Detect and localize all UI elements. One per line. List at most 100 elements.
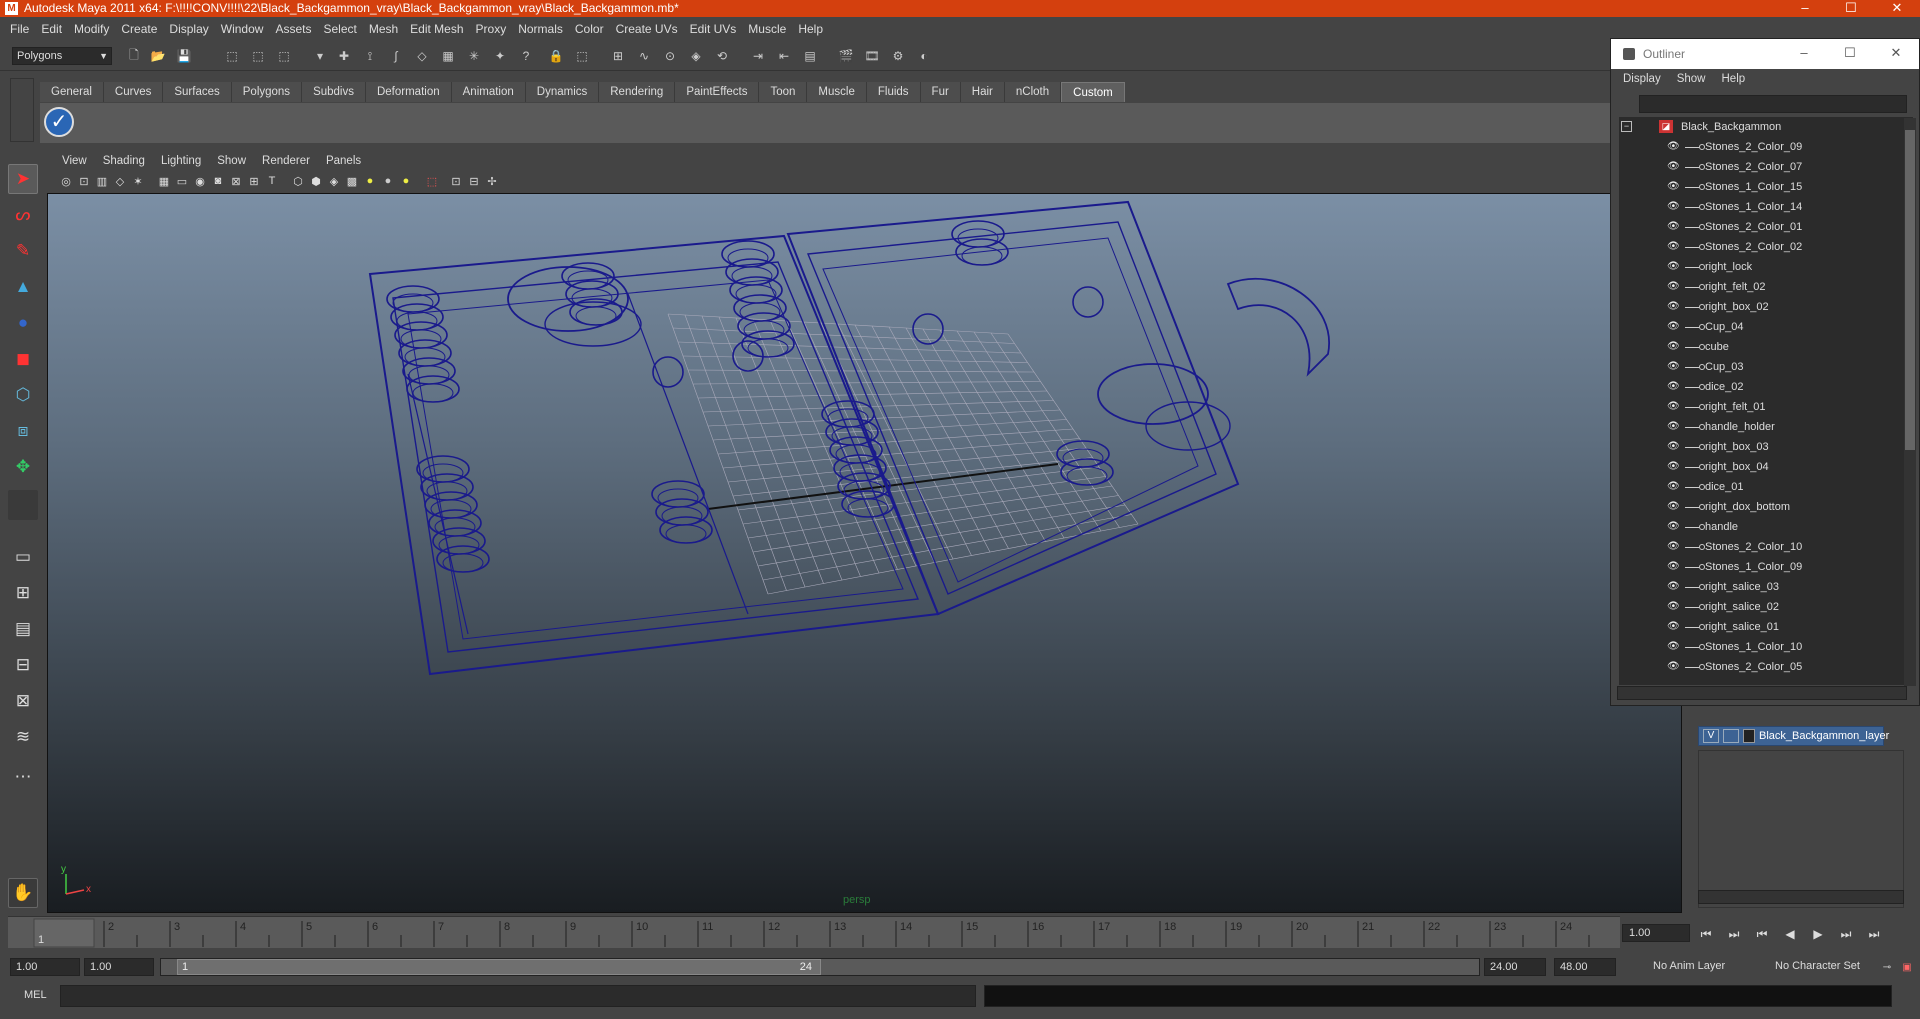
outliner-item[interactable]: 👁 Cup_03 [1619, 357, 1903, 377]
menu-set-dropdown[interactable]: Polygons ▼ [12, 47, 112, 65]
outliner-item[interactable]: 👁 Cup_04 [1619, 317, 1903, 337]
range-slider-handle[interactable]: 1 24 [177, 959, 821, 975]
outliner-horizontal-scrollbar[interactable] [1617, 686, 1907, 700]
outliner-item[interactable]: 👁 handle_holder [1619, 417, 1903, 437]
camera-attributes-icon[interactable]: ⊡ [76, 173, 92, 189]
outliner-menu-display[interactable]: Display [1623, 73, 1677, 85]
tab-curves[interactable]: Curves [103, 82, 164, 102]
scale-tool-icon[interactable]: ◼ [8, 344, 38, 374]
outliner-item[interactable]: 👁 Stones_2_Color_10 [1619, 537, 1903, 557]
go-to-end-button[interactable]: ⏭ [1860, 927, 1888, 942]
outliner-item[interactable]: 👁 Stones_1_Color_10 [1619, 637, 1903, 657]
tab-animation[interactable]: Animation [451, 82, 526, 102]
smooth-shade-icon[interactable]: ⬢ [308, 173, 324, 189]
tab-dynamics[interactable]: Dynamics [525, 82, 600, 102]
outliner-layout-icon[interactable]: ▤ [8, 614, 38, 644]
menu-edit-mesh[interactable]: Edit Mesh [406, 22, 471, 36]
outliner-item[interactable]: 👁 Stones_2_Color_09 [1619, 137, 1903, 157]
tab-hair[interactable]: Hair [960, 82, 1005, 102]
menu-assets[interactable]: Assets [271, 22, 319, 36]
select-component-icon[interactable]: ⬚ [274, 46, 294, 66]
lasso-tool-icon[interactable]: ᔕ [8, 200, 38, 230]
select-tool-icon[interactable]: ➤ [8, 164, 38, 194]
menu-create[interactable]: Create [117, 22, 165, 36]
history-output-icon[interactable]: ⇤ [774, 46, 794, 66]
wireframe-on-shaded-icon[interactable]: ◈ [326, 173, 342, 189]
outliner-menu-show[interactable]: Show [1677, 73, 1722, 85]
tab-fur[interactable]: Fur [920, 82, 961, 102]
select-object-icon[interactable]: ⬚ [248, 46, 268, 66]
vp-menu-panels[interactable]: Panels [318, 155, 369, 167]
snap-point-icon[interactable]: ⊙ [660, 46, 680, 66]
new-scene-icon[interactable]: 🗋 [124, 46, 144, 66]
xray-icon[interactable]: ⊡ [448, 173, 464, 189]
xray-joints-icon[interactable]: ⊟ [466, 173, 482, 189]
outliner-item[interactable]: 👁 cube [1619, 337, 1903, 357]
construction-history-icon[interactable]: ▤ [800, 46, 820, 66]
step-forward-key-button[interactable]: ⏭ [1832, 927, 1860, 942]
tab-general[interactable]: General [40, 82, 104, 102]
select-rendering-icon[interactable]: ✦ [490, 46, 510, 66]
bookmarks-icon[interactable]: ▥ [94, 173, 110, 189]
textured-icon[interactable]: ▩ [344, 173, 360, 189]
field-chart-icon[interactable]: ⊠ [228, 173, 244, 189]
character-set-dropdown[interactable]: No Character Set [1770, 958, 1882, 976]
outliner-item[interactable]: 👁 right_box_04 [1619, 457, 1903, 477]
graph-layout-icon[interactable]: ⊟ [8, 650, 38, 680]
play-forwards-button[interactable]: ▶ [1804, 927, 1832, 941]
collapse-icon[interactable]: − [1621, 121, 1632, 132]
maximize-button[interactable]: ☐ [1828, 0, 1874, 17]
menu-help[interactable]: Help [794, 22, 831, 36]
shelf-handle[interactable] [10, 78, 34, 142]
outliner-vertical-scrollbar[interactable] [1904, 118, 1916, 686]
move-tool-icon[interactable]: ▲ [8, 272, 38, 302]
make-live-icon[interactable]: ⟲ [712, 46, 732, 66]
tab-fluids[interactable]: Fluids [866, 82, 921, 102]
layer-playback-toggle[interactable] [1723, 729, 1739, 743]
open-scene-icon[interactable]: 📂 [148, 46, 168, 66]
mask-dropdown-icon[interactable]: ▾ [310, 46, 330, 66]
menu-edit[interactable]: Edit [37, 22, 70, 36]
outliner-item[interactable]: 👁 right_box_03 [1619, 437, 1903, 457]
isolate-select-icon[interactable]: ⬚ [424, 173, 440, 189]
outliner-item[interactable]: 👁 Stones_2_Color_07 [1619, 157, 1903, 177]
outliner-item[interactable]: 👁 handle [1619, 517, 1903, 537]
range-slider[interactable]: 1 24 [160, 958, 1480, 976]
menu-muscle[interactable]: Muscle [744, 22, 794, 36]
outliner-item[interactable]: 👁 right_salice_03 [1619, 577, 1903, 597]
outliner-root-row[interactable]: − ◪ Black_Backgammon [1619, 117, 1903, 137]
select-curves-icon[interactable]: ∫ [386, 46, 406, 66]
select-deformations-icon[interactable]: ▦ [438, 46, 458, 66]
last-tool-icon[interactable] [8, 490, 38, 520]
anim-layer-dropdown[interactable]: No Anim Layer [1648, 958, 1758, 976]
universal-manip-icon[interactable]: ⬡ [8, 380, 38, 410]
shadows-icon[interactable]: ● [398, 173, 414, 189]
two-d-pan-icon[interactable]: ✶ [130, 173, 146, 189]
tab-deformation[interactable]: Deformation [365, 82, 452, 102]
playback-start-field[interactable]: 1.00 [84, 958, 154, 976]
go-to-start-button[interactable]: ⏮ [1692, 927, 1720, 942]
resolution-gate-icon[interactable]: ◉ [192, 173, 208, 189]
outliner-item[interactable]: 👁 dice_02 [1619, 377, 1903, 397]
show-manip-icon[interactable]: ✥ [8, 452, 38, 482]
vp-menu-lighting[interactable]: Lighting [153, 155, 209, 167]
outliner-close-button[interactable]: ✕ [1873, 39, 1919, 69]
menu-color[interactable]: Color [571, 22, 612, 36]
outliner-item[interactable]: 👁 Stones_1_Color_14 [1619, 197, 1903, 217]
step-back-frame-button[interactable]: ⏮ [1748, 927, 1776, 942]
history-input-icon[interactable]: ⇥ [748, 46, 768, 66]
close-button[interactable]: ✕ [1874, 0, 1920, 17]
use-all-lights-icon[interactable]: ● [380, 173, 396, 189]
select-surfaces-icon[interactable]: ◇ [412, 46, 432, 66]
menu-window[interactable]: Window [217, 22, 272, 36]
soft-mod-icon[interactable]: ⧈ [8, 416, 38, 446]
select-dynamics-icon[interactable]: ✳ [464, 46, 484, 66]
outliner-maximize-button[interactable]: ☐ [1827, 39, 1873, 69]
outliner-item[interactable]: 👁 right_felt_02 [1619, 277, 1903, 297]
menu-select[interactable]: Select [319, 22, 364, 36]
outliner-item[interactable]: 👁 right_salice_02 [1619, 597, 1903, 617]
lock-selection-icon[interactable]: 🔒 [546, 46, 566, 66]
vp-menu-view[interactable]: View [54, 155, 95, 167]
use-default-light-icon[interactable]: ● [362, 173, 378, 189]
menu-file[interactable]: File [6, 22, 37, 36]
